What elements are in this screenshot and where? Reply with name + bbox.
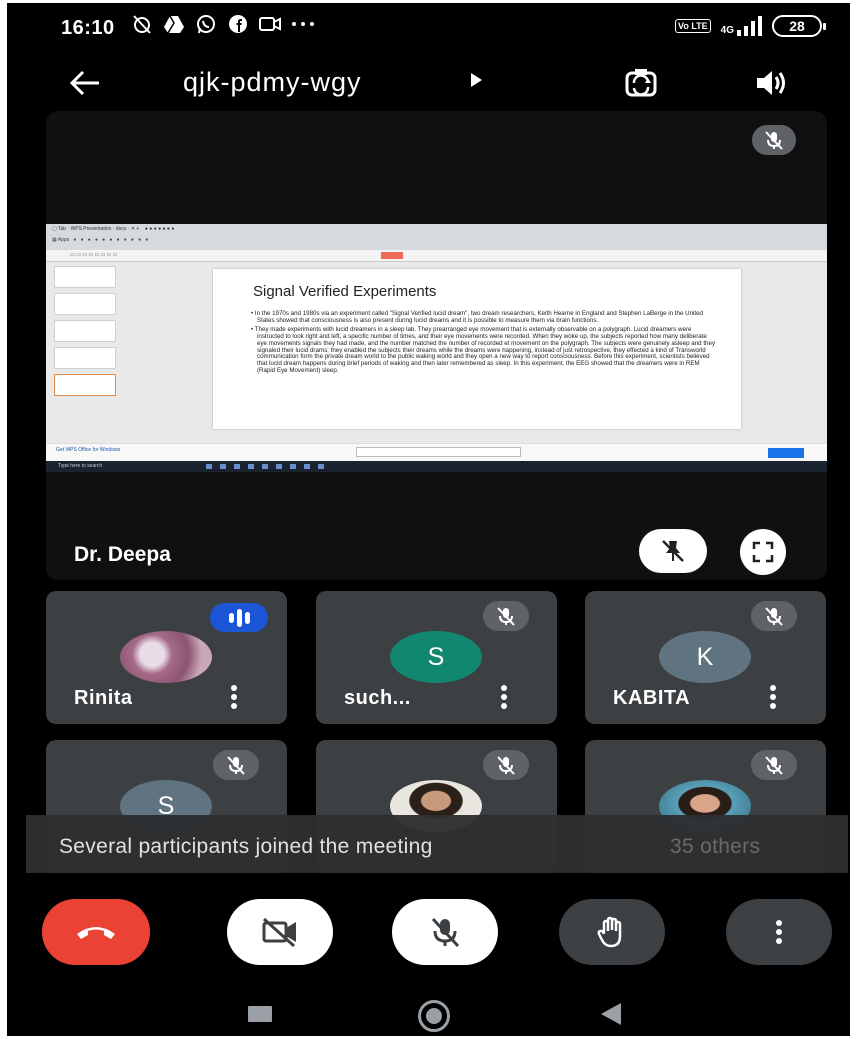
speaker-icon[interactable] <box>749 61 793 105</box>
toast-message: Several participants joined the meeting <box>59 835 433 858</box>
status-bar: 16:10 Vo LTE 4G 28 <box>7 3 850 55</box>
slide-body: • In the 1970s and 1980s via an experime… <box>249 310 717 377</box>
volte-badge: Vo LTE <box>674 19 711 33</box>
browser-tabs: ▢ Tab · WPS Presentation · docs · ✕ + ● … <box>52 226 175 232</box>
drive-icon <box>164 15 184 34</box>
more-options-button[interactable] <box>726 899 832 965</box>
presenter-muted-badge <box>752 125 796 155</box>
participant-name: Rinita <box>74 687 133 709</box>
muted-badge <box>483 601 529 631</box>
raise-hand-icon <box>597 916 622 948</box>
slide-thumbnail <box>54 266 116 288</box>
mic-off-icon <box>497 607 515 626</box>
end-call-button[interactable] <box>42 899 150 965</box>
taskbar-apps <box>206 464 326 469</box>
mic-toggle-button[interactable] <box>392 899 498 965</box>
browser-toolbar: ▢ Tab · WPS Presentation · docs · ✕ + ● … <box>46 224 827 250</box>
participant-tile[interactable]: Rinita <box>46 591 287 724</box>
participant-avatar <box>120 631 212 683</box>
battery-indicator: 28 <box>772 15 826 37</box>
more-options-icon[interactable] <box>229 683 239 711</box>
network-type: 4G <box>720 25 734 36</box>
unpin-button[interactable] <box>639 529 707 573</box>
mic-off-icon <box>431 917 460 948</box>
participant-tile[interactable]: K KABITA <box>585 591 826 724</box>
end-call-icon <box>77 927 115 939</box>
status-right: Vo LTE 4G 28 <box>674 15 826 37</box>
download-button <box>768 448 804 458</box>
pin-off-icon <box>662 540 684 562</box>
fullscreen-icon <box>752 541 774 563</box>
alarm-off-icon <box>133 15 151 34</box>
toolbar-menu: ▭ ▭ ▭ ▭ ▭ ▭ ▭ ▭ <box>70 252 118 258</box>
meeting-header: qjk-pdmy-wgy <box>7 55 850 111</box>
others-count[interactable]: 35 others <box>670 835 760 859</box>
meeting-code[interactable]: qjk-pdmy-wgy <box>183 67 362 98</box>
download-bar: Get WPS Office for Windows <box>46 443 827 461</box>
slide-thumbnails <box>54 266 120 426</box>
audio-level-bar <box>228 612 234 623</box>
raise-hand-button[interactable] <box>559 899 665 965</box>
muted-badge <box>213 750 259 780</box>
camera-off-icon <box>262 917 296 948</box>
speaking-indicator <box>210 603 268 632</box>
audio-level-bar <box>236 608 242 627</box>
caret-right-icon[interactable] <box>469 72 483 88</box>
participant-avatar: S <box>390 631 482 683</box>
whatsapp-icon <box>197 15 215 34</box>
muted-badge <box>751 750 797 780</box>
facebook-icon <box>229 15 247 33</box>
presenter-video[interactable]: ▢ Tab · WPS Presentation · docs · ✕ + ● … <box>46 111 827 580</box>
slide-bullet: • In the 1970s and 1980s via an experime… <box>251 310 703 324</box>
muted-badge <box>751 601 797 631</box>
slide-thumbnail <box>54 293 116 315</box>
mic-off-icon <box>497 756 515 775</box>
presentation-toolbar: ▭ ▭ ▭ ▭ ▭ ▭ ▭ ▭ <box>46 250 827 262</box>
video-notification-icon <box>259 17 281 31</box>
more-notifications-icon <box>292 22 314 26</box>
bookmark-bar: ▦ Apps ● ● ● ● ● ● ● ● ● ● ● <box>52 237 149 243</box>
back-arrow-icon[interactable] <box>65 63 105 103</box>
participant-avatar: K <box>659 631 751 683</box>
muted-badge <box>483 750 529 780</box>
slide-bullet: • They made experiments with lucid dream… <box>251 326 716 374</box>
status-time: 16:10 <box>61 17 115 39</box>
presenter-name: Dr. Deepa <box>74 543 171 566</box>
participant-tile[interactable]: S such... <box>316 591 557 724</box>
participant-name: KABITA <box>613 687 691 709</box>
mic-off-icon <box>765 607 783 626</box>
more-options-icon <box>776 920 782 944</box>
toolbar-accent <box>381 252 403 259</box>
participant-name: such... <box>344 687 411 709</box>
audio-level-bar <box>244 611 250 624</box>
slide-thumbnail <box>54 347 116 369</box>
notification-icons <box>131 13 315 35</box>
more-options-icon[interactable] <box>768 683 778 711</box>
meet-call-screen: 16:10 Vo LTE 4G 28 qjk-pdmy-wgy ▢ Tab · … <box>7 3 850 1036</box>
slide-title: Signal Verified Experiments <box>253 283 437 300</box>
signal-bars-icon <box>737 16 762 36</box>
back-triangle-icon[interactable] <box>601 1003 621 1025</box>
fullscreen-button[interactable] <box>740 529 786 575</box>
download-text: Get WPS Office for Windows <box>56 447 121 453</box>
camera-toggle-button[interactable] <box>227 899 333 965</box>
join-toast: Several participants joined the meeting … <box>26 815 848 873</box>
mic-off-icon <box>227 756 245 775</box>
signal-indicator: 4G <box>721 16 762 36</box>
download-box <box>356 447 521 457</box>
taskbar-search: Type here to search <box>58 463 103 469</box>
mic-off-icon <box>765 756 783 775</box>
more-options-icon[interactable] <box>499 683 509 711</box>
switch-camera-icon[interactable] <box>619 61 663 105</box>
slide-thumbnail <box>54 320 116 342</box>
shared-screen: ▢ Tab · WPS Presentation · docs · ✕ + ● … <box>46 224 827 472</box>
slide-thumbnail-selected <box>54 374 116 396</box>
home-icon[interactable] <box>418 1000 450 1032</box>
windows-taskbar: Type here to search <box>46 461 827 472</box>
mic-off-icon <box>765 131 783 150</box>
current-slide: Signal Verified Experiments • In the 197… <box>213 269 741 429</box>
recents-icon[interactable] <box>248 1006 272 1022</box>
system-nav-bar <box>7 981 850 1036</box>
